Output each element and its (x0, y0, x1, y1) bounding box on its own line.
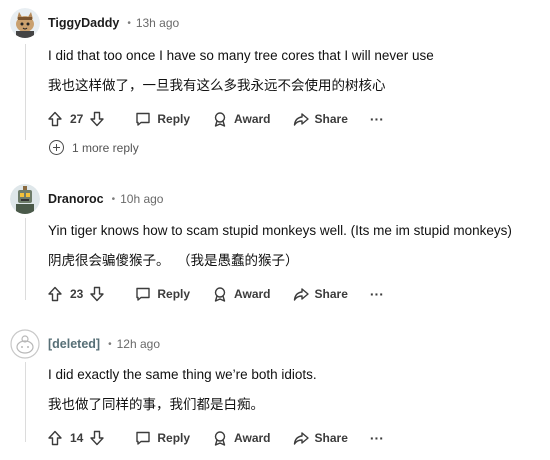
comment-bubble-icon (136, 112, 151, 126)
deleted-avatar-icon[interactable] (10, 329, 40, 359)
more-options-icon: ··· (369, 111, 384, 127)
comment-author[interactable]: TiggyDaddy (48, 16, 119, 30)
comment-author[interactable]: [deleted] (48, 337, 100, 351)
comment-time[interactable]: 10h ago (120, 192, 163, 206)
expand-plus-icon (49, 140, 64, 155)
thread-line[interactable] (25, 218, 26, 300)
award-icon (214, 112, 226, 127)
cat-avatar-icon[interactable] (10, 8, 40, 38)
more-options-icon: ··· (369, 286, 384, 302)
robot-avatar-icon[interactable] (10, 184, 40, 214)
vote-count: 27 (70, 112, 84, 126)
reply-button[interactable]: Reply (135, 430, 190, 446)
downvote-arrow-icon (90, 111, 105, 127)
share-button[interactable]: Share (293, 111, 348, 127)
vote-count: 23 (70, 287, 84, 301)
upvote-arrow-icon (48, 111, 62, 127)
share-button[interactable]: Share (293, 430, 348, 446)
separator-dot: • (111, 193, 116, 205)
comment-author[interactable]: Dranoroc (48, 192, 104, 206)
reply-label: Reply (157, 112, 191, 126)
award-button[interactable]: Award (212, 111, 271, 127)
share-label: Share (314, 431, 348, 445)
reply-label: Reply (157, 431, 191, 445)
comment-header: [deleted] • 12h ago (10, 329, 160, 359)
award-label: Award (234, 287, 271, 301)
comment-header: Dranoroc • 10h ago (10, 184, 163, 214)
reply-button[interactable]: Reply (135, 286, 190, 302)
comment-text: I did that too once I have so many tree … (48, 48, 434, 63)
thread-line[interactable] (25, 362, 26, 442)
comment-text: Yin tiger knows how to scam stupid monke… (48, 223, 512, 238)
share-button[interactable]: Share (293, 286, 348, 302)
downvote-button[interactable] (89, 286, 105, 302)
comment-text-translation: 我也这样做了，一旦我有这么多我永远不会使用的树核心 (48, 78, 386, 93)
reply-label: Reply (157, 287, 191, 301)
award-label: Award (234, 431, 271, 445)
comment-header: TiggyDaddy • 13h ago (10, 8, 179, 38)
separator-dot: • (108, 338, 112, 350)
reply-button[interactable]: Reply (135, 111, 190, 127)
separator-dot: • (127, 17, 131, 29)
upvote-arrow-icon (48, 430, 62, 446)
award-icon (214, 287, 226, 302)
upvote-button[interactable] (47, 286, 63, 302)
comment-actions: 23 Reply Award Share ··· (47, 284, 384, 304)
award-icon (214, 431, 226, 446)
more-options-icon: ··· (369, 430, 384, 446)
upvote-button[interactable] (47, 430, 63, 446)
comment-text: I did exactly the same thing we’re both … (48, 367, 317, 382)
thread-line[interactable] (25, 44, 26, 140)
award-button[interactable]: Award (212, 430, 271, 446)
vote-count: 14 (70, 431, 84, 445)
share-label: Share (314, 287, 348, 301)
award-label: Award (234, 112, 271, 126)
downvote-arrow-icon (90, 286, 105, 302)
comment-actions: 14 Reply Award Share ··· (47, 428, 384, 448)
comment-text-translation: 阴虎很会骗傻猴子。 （我是愚蠢的猴子） (48, 253, 299, 268)
more-replies-link[interactable]: 1 more reply (49, 140, 139, 155)
more-options-button[interactable]: ··· (370, 111, 384, 127)
upvote-button[interactable] (47, 111, 63, 127)
more-replies-label: 1 more reply (72, 140, 139, 155)
upvote-arrow-icon (48, 286, 62, 302)
share-label: Share (314, 112, 348, 126)
award-button[interactable]: Award (212, 286, 271, 302)
share-icon (293, 113, 309, 126)
comment-text-translation: 我也做了同样的事，我们都是白痴。 (48, 397, 264, 412)
comment-bubble-icon (136, 431, 151, 445)
downvote-button[interactable] (89, 111, 105, 127)
comment-bubble-icon (136, 287, 151, 301)
share-icon (293, 432, 309, 445)
downvote-button[interactable] (89, 430, 105, 446)
more-options-button[interactable]: ··· (370, 430, 384, 446)
comment-time[interactable]: 13h ago (136, 16, 179, 30)
comment-time[interactable]: 12h ago (117, 337, 160, 351)
comment-actions: 27 Reply Award Share ··· (47, 109, 384, 129)
more-options-button[interactable]: ··· (370, 286, 384, 302)
share-icon (293, 288, 309, 301)
downvote-arrow-icon (90, 430, 105, 446)
